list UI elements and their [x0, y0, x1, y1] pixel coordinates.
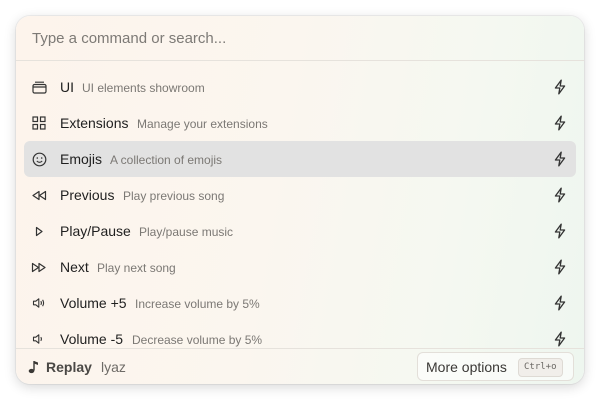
music-note-icon — [26, 359, 40, 375]
search-bar — [16, 16, 584, 61]
smiley-icon — [31, 152, 47, 166]
more-options-label: More options — [426, 359, 507, 375]
command-subtitle: A collection of emojis — [110, 153, 223, 167]
command-subtitle: Decrease volume by 5% — [132, 333, 263, 347]
app-name: Replay — [46, 359, 92, 375]
search-input[interactable] — [32, 26, 562, 50]
command-list[interactable]: UI UI elements showroom Extensions Manag… — [24, 69, 576, 348]
command-title: Extensions — [60, 115, 129, 131]
command-subtitle: UI elements showroom — [82, 81, 205, 95]
bolt-icon[interactable] — [552, 295, 568, 311]
more-options-button[interactable]: More options Ctrl+o — [417, 352, 574, 381]
command-title: Volume +5 — [60, 295, 127, 311]
command-item-play-pause[interactable]: Play/Pause Play/pause music — [24, 213, 576, 249]
command-item-previous[interactable]: Previous Play previous song — [24, 177, 576, 213]
rewind-icon — [31, 188, 47, 202]
keyboard-shortcut: Ctrl+o — [518, 358, 563, 377]
command-subtitle: Manage your extensions — [137, 117, 268, 131]
bolt-icon[interactable] — [552, 187, 568, 203]
command-item-extensions[interactable]: Extensions Manage your extensions — [24, 105, 576, 141]
command-item-ui[interactable]: UI UI elements showroom — [24, 69, 576, 105]
bolt-icon[interactable] — [552, 331, 568, 347]
command-item-volume-up[interactable]: Volume +5 Increase volume by 5% — [24, 285, 576, 321]
volume-up-icon — [31, 296, 47, 310]
command-title: Play/Pause — [60, 223, 131, 239]
command-subtitle: Increase volume by 5% — [135, 297, 260, 311]
bolt-icon[interactable] — [552, 223, 568, 239]
bolt-icon[interactable] — [552, 151, 568, 167]
command-item-emojis[interactable]: Emojis A collection of emojis — [24, 141, 576, 177]
command-title: Volume -5 — [60, 331, 124, 347]
bolt-icon[interactable] — [552, 259, 568, 275]
command-palette: UI UI elements showroom Extensions Manag… — [16, 16, 584, 384]
bolt-icon[interactable] — [552, 79, 568, 95]
command-title: Next — [60, 259, 89, 275]
fast-forward-icon — [31, 260, 47, 274]
command-subtitle: Play/pause music — [139, 225, 234, 239]
command-title: Emojis — [60, 151, 103, 167]
command-item-volume-down[interactable]: Volume -5 Decrease volume by 5% — [24, 321, 576, 348]
username: lyaz — [101, 359, 126, 375]
grid-icon — [31, 116, 47, 130]
command-subtitle: Play next song — [97, 261, 176, 275]
command-title: Previous — [60, 187, 115, 203]
bolt-icon[interactable] — [552, 115, 568, 131]
command-title: UI — [60, 79, 74, 95]
play-icon — [31, 224, 47, 238]
command-item-next[interactable]: Next Play next song — [24, 249, 576, 285]
command-subtitle: Play previous song — [123, 189, 225, 203]
window-icon — [31, 80, 47, 94]
volume-down-icon — [31, 332, 47, 346]
footer-bar: Replay lyaz More options Ctrl+o — [16, 348, 584, 384]
